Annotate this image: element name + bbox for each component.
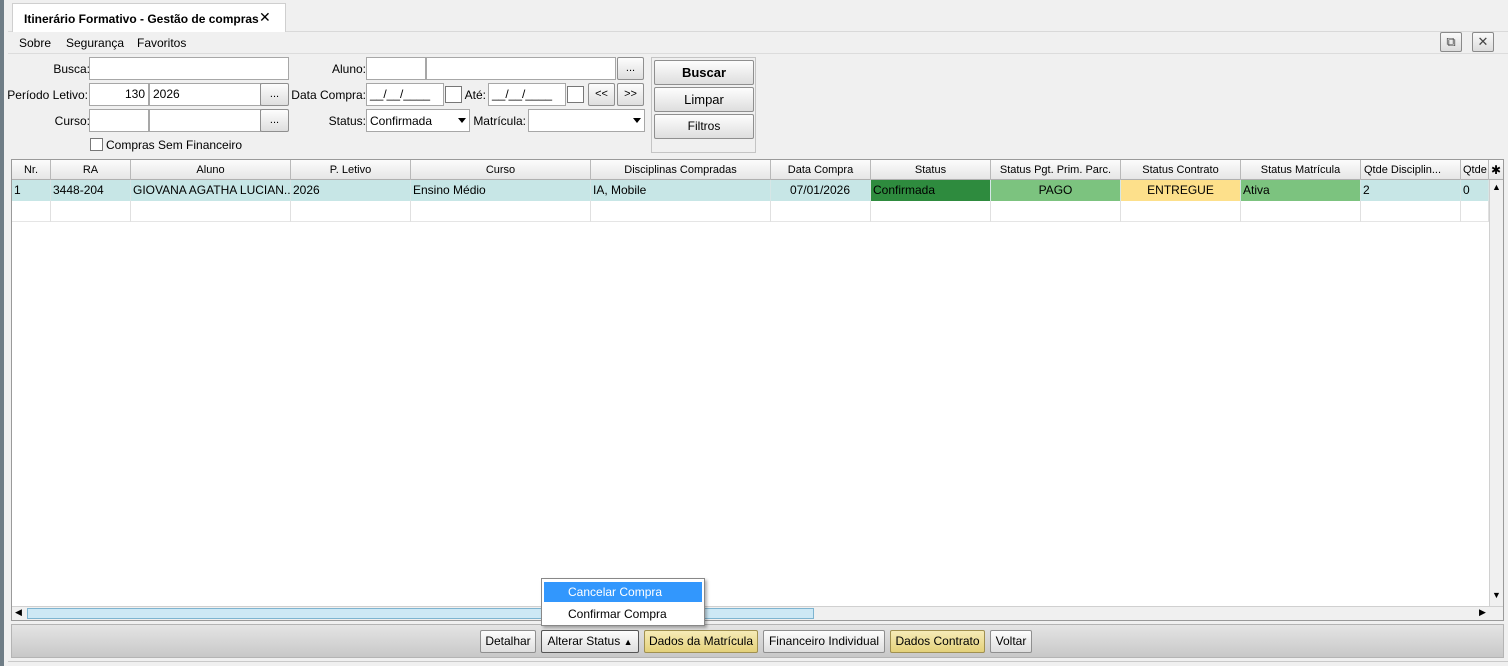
close-icon[interactable]: ✕ — [259, 9, 271, 26]
status-select-value: Confirmada — [370, 114, 433, 128]
next-period-button[interactable]: >> — [617, 83, 644, 106]
chevron-down-icon — [633, 118, 641, 123]
column-header[interactable]: Qtde — [1461, 160, 1489, 180]
column-header[interactable]: Nr. — [12, 160, 51, 180]
ate-input[interactable]: __/__/____ — [488, 83, 566, 106]
ate-label: Até: — [464, 88, 486, 102]
alterar-status-button[interactable]: Alterar Status ▲ — [541, 630, 639, 653]
periodo-year-input[interactable]: 2026 — [149, 83, 261, 106]
calendar-icon[interactable] — [566, 83, 586, 106]
tab-gestao-compras[interactable]: Itinerário Formativo - Gestão de compras… — [12, 3, 286, 32]
cell-aluno: GIOVANA AGATHA LUCIAN... — [131, 180, 291, 201]
menu-seguranca[interactable]: Segurança — [66, 36, 124, 50]
aluno-label: Aluno: — [331, 62, 366, 76]
column-header[interactable]: Aluno — [131, 160, 291, 180]
aluno-name-input[interactable] — [426, 57, 616, 80]
matricula-select[interactable] — [528, 109, 645, 132]
cell-curso: Ensino Médio — [411, 180, 591, 201]
table-row[interactable]: 1 3448-204 GIOVANA AGATHA LUCIAN... 2026… — [12, 180, 1489, 201]
aluno-lookup-button[interactable]: ... — [617, 57, 644, 80]
scroll-up-icon[interactable]: ▲ — [1492, 182, 1501, 192]
curso-label: Curso: — [54, 114, 90, 128]
status-bar — [8, 661, 1508, 666]
chevron-down-icon — [458, 118, 466, 123]
limpar-button[interactable]: Limpar — [654, 87, 754, 112]
cell-qtde-disc: 2 — [1361, 180, 1461, 201]
column-header[interactable]: Data Compra — [771, 160, 871, 180]
status-select[interactable]: Confirmada — [366, 109, 470, 132]
dados-contrato-button[interactable]: Dados Contrato — [890, 630, 985, 653]
cell-letivo: 2026 — [291, 180, 411, 201]
buscar-button[interactable]: Buscar — [654, 60, 754, 85]
vertical-scrollbar[interactable]: ▲ ▼ — [1489, 180, 1503, 606]
column-header[interactable]: Status — [871, 160, 991, 180]
curso-lookup-button[interactable]: ... — [260, 109, 289, 132]
table-row[interactable] — [12, 201, 1489, 222]
gear-icon[interactable]: ✱ — [1489, 160, 1503, 180]
column-header[interactable]: Status Matrícula — [1241, 160, 1361, 180]
cell-pgt: PAGO — [991, 180, 1121, 201]
previous-period-button[interactable]: << — [588, 83, 615, 106]
column-header[interactable]: P. Letivo — [291, 160, 411, 180]
cell-matricula: Ativa — [1241, 180, 1361, 201]
cell-ra: 3448-204 — [51, 180, 131, 201]
cell-qtde: 0 — [1461, 180, 1489, 201]
cell-contrato: ENTREGUE — [1121, 180, 1241, 201]
busca-label: Busca: — [53, 62, 90, 76]
column-header[interactable]: Status Contrato — [1121, 160, 1241, 180]
menu-sobre[interactable]: Sobre — [19, 36, 51, 50]
financeiro-individual-button[interactable]: Financeiro Individual — [763, 630, 885, 653]
close-window-icon[interactable]: ✕ — [1472, 32, 1494, 52]
cell-nr: 1 — [12, 180, 51, 201]
menu-bar: Sobre Segurança Favoritos ⧉ ✕ — [8, 32, 1508, 54]
aluno-code-input[interactable] — [366, 57, 426, 80]
periodo-code-input[interactable]: 130 — [89, 83, 149, 106]
cell-disciplinas: IA, Mobile — [591, 180, 771, 201]
action-bar: Detalhar Alterar Status ▲ Dados da Matrí… — [11, 624, 1504, 658]
curso-name-input[interactable] — [149, 109, 261, 132]
cell-data: 07/01/2026 — [771, 180, 871, 201]
app-window: Itinerário Formativo - Gestão de compras… — [0, 0, 1508, 666]
status-popup-menu: Cancelar Compra Confirmar Compra — [541, 578, 705, 626]
busca-input[interactable] — [89, 57, 289, 80]
grid-header: Nr. RA Aluno P. Letivo Curso Disciplinas… — [12, 160, 1503, 180]
scroll-down-icon[interactable]: ▼ — [1492, 590, 1501, 600]
voltar-button[interactable]: Voltar — [990, 630, 1032, 653]
chevron-up-icon: ▲ — [623, 637, 633, 647]
results-grid: Nr. RA Aluno P. Letivo Curso Disciplinas… — [11, 159, 1504, 621]
alterar-status-label: Alterar Status — [547, 634, 621, 648]
horizontal-scrollbar[interactable]: ◀ ▶ — [12, 606, 1503, 620]
column-header[interactable]: Curso — [411, 160, 591, 180]
scroll-left-icon[interactable]: ◀ — [15, 607, 22, 618]
popout-icon[interactable]: ⧉ — [1440, 32, 1462, 52]
status-label: Status: — [328, 114, 366, 128]
tab-strip: Itinerário Formativo - Gestão de compras… — [8, 0, 1508, 32]
dados-matricula-button[interactable]: Dados da Matrícula — [644, 630, 758, 653]
column-header[interactable]: Qtde Disciplin... — [1361, 160, 1461, 180]
menu-favoritos[interactable]: Favoritos — [137, 36, 186, 50]
menu-item-confirmar-compra[interactable]: Confirmar Compra — [544, 604, 702, 624]
detalhar-button[interactable]: Detalhar — [480, 630, 536, 653]
matricula-label: Matrícula: — [473, 114, 526, 128]
filtros-button[interactable]: Filtros — [654, 114, 754, 139]
menu-item-cancelar-compra[interactable]: Cancelar Compra — [544, 582, 702, 602]
curso-code-input[interactable] — [89, 109, 149, 132]
periodo-label: Período Letivo: — [7, 88, 88, 102]
data-compra-input[interactable]: __/__/____ — [366, 83, 444, 106]
column-header[interactable]: Status Pgt. Prim. Parc. — [991, 160, 1121, 180]
cell-status: Confirmada — [871, 180, 991, 201]
sem-financeiro-checkbox[interactable] — [90, 138, 103, 151]
periodo-lookup-button[interactable]: ... — [260, 83, 289, 106]
data-compra-label: Data Compra: — [291, 88, 366, 102]
column-header[interactable]: Disciplinas Compradas — [591, 160, 771, 180]
scroll-right-icon[interactable]: ▶ — [1479, 607, 1486, 618]
sem-financeiro-label: Compras Sem Financeiro — [106, 138, 243, 152]
tab-title: Itinerário Formativo - Gestão de compras — [24, 12, 259, 26]
calendar-icon[interactable] — [444, 83, 464, 106]
column-header[interactable]: RA — [51, 160, 131, 180]
